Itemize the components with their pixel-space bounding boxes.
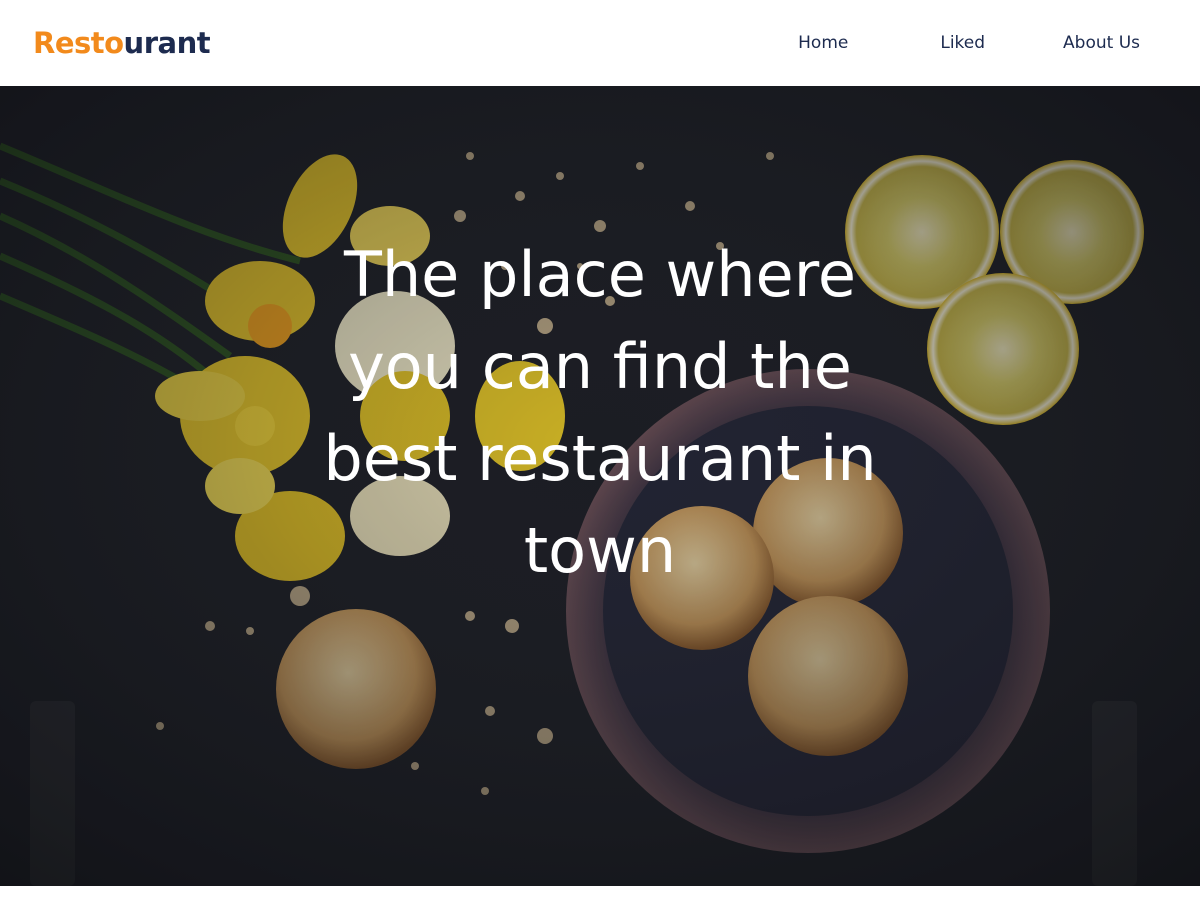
nav-about-link[interactable]: About Us	[1063, 33, 1140, 53]
brand-part-2: urant	[123, 25, 211, 60]
hero-title: The place where you can find the best re…	[323, 238, 877, 587]
brand-logo[interactable]: Restourant	[33, 25, 211, 60]
nav-links: Home Liked About Us	[798, 0, 1140, 86]
page-bottom-strip	[0, 886, 1200, 900]
nav-home-link[interactable]: Home	[798, 33, 848, 53]
nav-liked-link[interactable]: Liked	[940, 33, 985, 53]
brand-part-1: Resto	[33, 25, 124, 60]
navbar: Restourant Home Liked About Us	[0, 0, 1200, 86]
hero-section: The place where you can find the best re…	[0, 86, 1200, 886]
